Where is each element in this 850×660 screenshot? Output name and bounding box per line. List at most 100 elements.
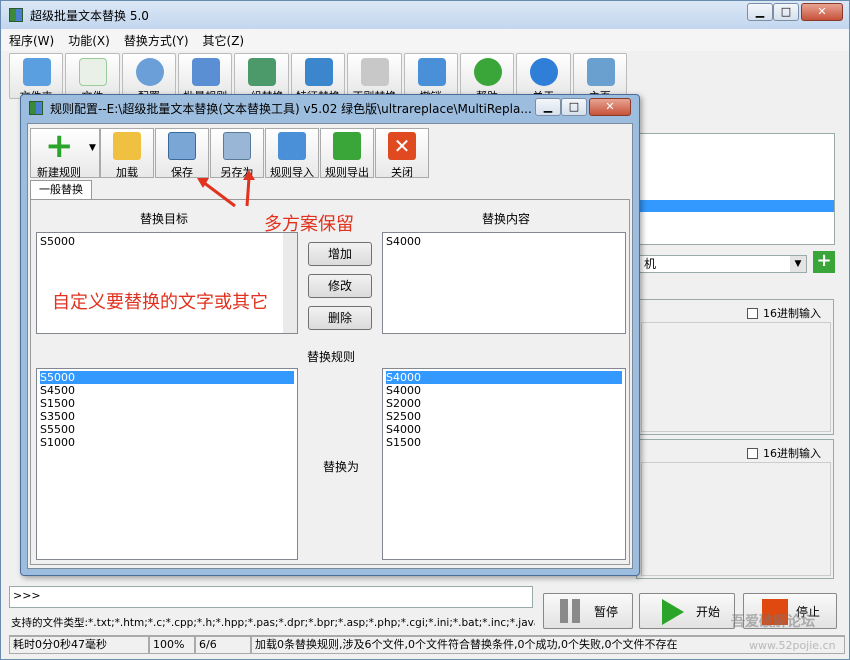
- list-item[interactable]: S1500: [40, 397, 294, 410]
- menu-replace-mode[interactable]: 替换方式(Y): [124, 32, 189, 49]
- toolbar-regex-replace-button[interactable]: 正则替换: [347, 53, 402, 99]
- replace-text-area[interactable]: [641, 462, 831, 576]
- list-item[interactable]: S5000: [40, 371, 294, 384]
- toolbar-config-button[interactable]: 配置: [121, 53, 177, 99]
- new-rule-button[interactable]: + ▼ 新建规则: [30, 126, 100, 179]
- toolbar-help-button[interactable]: 帮助: [459, 53, 515, 99]
- annotation-custom-text: 自定义要替换的文字或其它: [52, 292, 268, 313]
- modify-button[interactable]: 修改: [308, 274, 372, 298]
- annotation-arrows: [197, 170, 255, 208]
- list-item[interactable]: S4000: [386, 384, 622, 397]
- list-item[interactable]: S1500: [386, 436, 622, 449]
- file-list-selection[interactable]: [622, 200, 834, 212]
- content-header: 替换内容: [481, 212, 530, 226]
- app-icon: [9, 8, 23, 22]
- dialog-maximize-button[interactable]: □: [561, 98, 587, 116]
- play-icon: [662, 599, 684, 625]
- hex-input-checkbox-2[interactable]: [747, 448, 758, 459]
- toolbar-batch-rules-button[interactable]: 批量规则: [178, 53, 233, 99]
- hex-input-label-2: 16进制输入: [763, 447, 821, 460]
- maximize-button[interactable]: □: [773, 3, 799, 21]
- pause-button[interactable]: 暂停: [543, 593, 633, 629]
- help-icon: [473, 58, 502, 86]
- import-arrow-icon: [278, 132, 306, 160]
- group-replace-icon: [248, 58, 277, 86]
- search-text-area[interactable]: [641, 322, 831, 432]
- puzzle-icon: [192, 58, 221, 86]
- annotation-multi-plan: 多方案保留: [264, 214, 354, 235]
- list-item[interactable]: S4000: [386, 423, 622, 436]
- rules-header: 替换规则: [306, 350, 355, 364]
- add-plus-icon[interactable]: +: [813, 251, 835, 273]
- delete-button[interactable]: 删除: [308, 306, 372, 330]
- dialog-title: 规则配置--E:\超级批量文本替换(文本替换工具) v5.02 绿色版\ultr…: [50, 101, 532, 116]
- import-rules-button[interactable]: 规则导入: [265, 128, 319, 179]
- dialog-title-bar: 规则配置--E:\超级批量文本替换(文本替换工具) v5.02 绿色版\ultr…: [21, 95, 639, 121]
- info-icon: [530, 58, 559, 86]
- toolbar-feature-replace-button[interactable]: 特征替换: [290, 53, 346, 99]
- supported-file-types: 支持的文件类型:*.txt;*.htm;*.c;*.cpp;*.h;*.hpp;…: [11, 617, 535, 629]
- file-list-panel[interactable]: [621, 133, 835, 245]
- toolbar-folder-button[interactable]: 文件夹: [9, 53, 64, 99]
- toolbar-about-button[interactable]: 关于: [516, 53, 571, 99]
- export-rules-button[interactable]: 规则导出: [320, 128, 374, 179]
- tab-general-replace[interactable]: 一般替换: [30, 180, 92, 200]
- floppy-disks-icon: [223, 132, 251, 160]
- toolbar-home-button[interactable]: 主页: [572, 53, 627, 99]
- dialog-body: + ▼ 新建规则 加载 保存 另存为 规则导入 规则导出 ✕ 关闭 一般替换 替…: [27, 123, 633, 569]
- tree-icon: [304, 58, 333, 86]
- status-bar: 耗时0分0秒47毫秒 100% 6/6 加载0条替换规则,涉及6个文件,0个文件…: [9, 635, 845, 654]
- main-window-title: 超级批量文本替换 5.0: [30, 8, 149, 23]
- toolbar-file-button[interactable]: 文件: [65, 53, 120, 99]
- list-item[interactable]: S2500: [386, 410, 622, 423]
- plus-icon: +: [45, 126, 74, 166]
- command-prompt[interactable]: >>>: [9, 586, 533, 608]
- preset-combo[interactable]: 机 ▼: [639, 255, 807, 273]
- menu-program[interactable]: 程序(W): [9, 32, 54, 49]
- start-button[interactable]: 开始: [639, 593, 735, 629]
- arrow-to-save-as-head: [243, 170, 255, 180]
- cart-icon: [361, 58, 390, 86]
- file-add-icon: [79, 58, 108, 86]
- content-input[interactable]: S4000: [382, 232, 626, 334]
- list-item[interactable]: S2000: [386, 397, 622, 410]
- undo-icon: [417, 58, 446, 86]
- dialog-close-button[interactable]: ✕: [589, 98, 631, 116]
- status-elapsed: 耗时0分0秒47毫秒: [9, 636, 149, 654]
- list-item[interactable]: S5500: [40, 423, 294, 436]
- target-header: 替换目标: [139, 212, 188, 226]
- list-item[interactable]: S1000: [40, 436, 294, 449]
- add-button[interactable]: 增加: [308, 242, 372, 266]
- new-rule-dropdown-icon[interactable]: ▼: [89, 143, 96, 153]
- status-count: 6/6: [195, 636, 251, 654]
- close-x-icon: ✕: [388, 132, 416, 160]
- hex-input-checkbox-1[interactable]: [747, 308, 758, 319]
- toolbar-group-replace-button[interactable]: 一组替换: [234, 53, 289, 99]
- chevron-down-icon[interactable]: ▼: [790, 256, 806, 272]
- menu-other[interactable]: 其它(Z): [203, 32, 245, 49]
- target-input[interactable]: S5000: [36, 232, 298, 334]
- toolbar-undo-button[interactable]: 撤销: [403, 53, 458, 99]
- main-title-bar: 超级批量文本替换 5.0 ▁ □ ✕: [1, 1, 849, 29]
- close-dialog-button[interactable]: ✕ 关闭: [375, 128, 429, 179]
- list-item[interactable]: S3500: [40, 410, 294, 423]
- target-scrollbar[interactable]: [283, 233, 297, 333]
- pause-icon: [560, 599, 568, 623]
- menu-function[interactable]: 功能(X): [68, 32, 110, 49]
- minimize-button[interactable]: ▁: [747, 3, 773, 21]
- menu-bar: 程序(W) 功能(X) 替换方式(Y) 其它(Z): [1, 29, 849, 51]
- target-list[interactable]: S5000 S4500 S1500 S3500 S5500 S1000: [36, 368, 298, 560]
- list-item[interactable]: S4000: [386, 371, 622, 384]
- preset-combo-text: 机: [644, 257, 657, 271]
- content-input-value: S4000: [386, 235, 421, 248]
- folder-open-icon: [113, 132, 141, 160]
- close-button[interactable]: ✕: [801, 3, 843, 21]
- hex-input-label-1: 16进制输入: [763, 307, 821, 320]
- dialog-minimize-button[interactable]: ▁: [535, 98, 561, 116]
- pause-icon-bar: [572, 599, 580, 623]
- export-arrow-icon: [333, 132, 361, 160]
- list-item[interactable]: S4500: [40, 384, 294, 397]
- replacement-list[interactable]: S4000 S4000 S2000 S2500 S4000 S1500: [382, 368, 626, 560]
- load-button[interactable]: 加载: [100, 128, 154, 179]
- folder-icon: [23, 58, 51, 86]
